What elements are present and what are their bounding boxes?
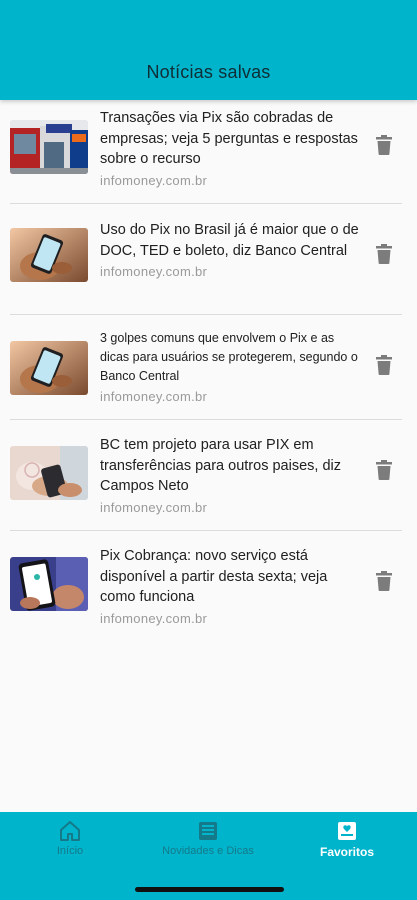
news-thumbnail — [10, 228, 88, 282]
news-source: infomoney.com.br — [100, 499, 208, 515]
news-icon — [150, 820, 266, 842]
nav-item-favoritos[interactable]: Favoritos — [312, 820, 382, 859]
nav-item-inicio[interactable]: Início — [42, 820, 98, 857]
news-thumbnail — [10, 341, 88, 395]
nav-label: Novidades e Dicas — [162, 845, 254, 857]
bookmark-icon — [312, 820, 382, 842]
news-thumbnail — [10, 120, 88, 174]
trash-icon[interactable] — [376, 355, 392, 375]
page-title: Notícias salvas — [146, 62, 271, 82]
news-source: infomoney.com.br — [100, 172, 208, 188]
list-item[interactable]: 3 golpes comuns que envolvem o Pix e as … — [0, 315, 417, 419]
home-icon — [42, 820, 98, 842]
news-thumbnail — [10, 557, 88, 611]
news-source: infomoney.com.br — [100, 389, 208, 404]
list-item[interactable]: BC tem projeto para usar PIX em transfer… — [0, 420, 417, 530]
news-title: BC tem projeto para usar PIX em transfer… — [100, 437, 341, 494]
trash-icon[interactable] — [376, 244, 392, 264]
news-title: Pix Cobrança: novo serviço está disponív… — [100, 548, 328, 605]
news-title: Uso do Pix no Brasil já é maior que o de… — [100, 222, 359, 259]
news-source: infomoney.com.br — [100, 264, 208, 279]
news-title: 3 golpes comuns que envolvem o Pix e as … — [100, 331, 358, 383]
trash-icon[interactable] — [376, 135, 392, 155]
list-item[interactable]: Transações via Pix são cobradas de empre… — [0, 100, 417, 203]
saved-news-list: Transações via Pix são cobradas de empre… — [0, 100, 417, 626]
news-text: Uso do Pix no Brasil já é maior que o de… — [100, 220, 362, 279]
nav-label: Início — [56, 845, 84, 857]
nav-label: Favoritos — [319, 845, 374, 859]
home-indicator[interactable] — [135, 887, 284, 892]
nav-item-novidades[interactable]: Novidades e Dicas — [150, 820, 266, 857]
app-header: Notícias salvas — [0, 0, 417, 100]
news-text: BC tem projeto para usar PIX em transfer… — [100, 435, 362, 515]
news-text: Transações via Pix são cobradas de empre… — [100, 108, 362, 188]
news-text: 3 golpes comuns que envolvem o Pix e as … — [100, 329, 362, 404]
news-text: Pix Cobrança: novo serviço está disponív… — [100, 546, 362, 626]
list-item[interactable]: Uso do Pix no Brasil já é maior que o de… — [0, 204, 417, 314]
trash-icon[interactable] — [376, 571, 392, 591]
news-source: infomoney.com.br — [100, 610, 208, 626]
news-title: Transações via Pix são cobradas de empre… — [100, 110, 358, 167]
trash-icon[interactable] — [376, 460, 392, 480]
list-item[interactable]: Pix Cobrança: novo serviço está disponív… — [0, 531, 417, 641]
news-thumbnail — [10, 446, 88, 500]
